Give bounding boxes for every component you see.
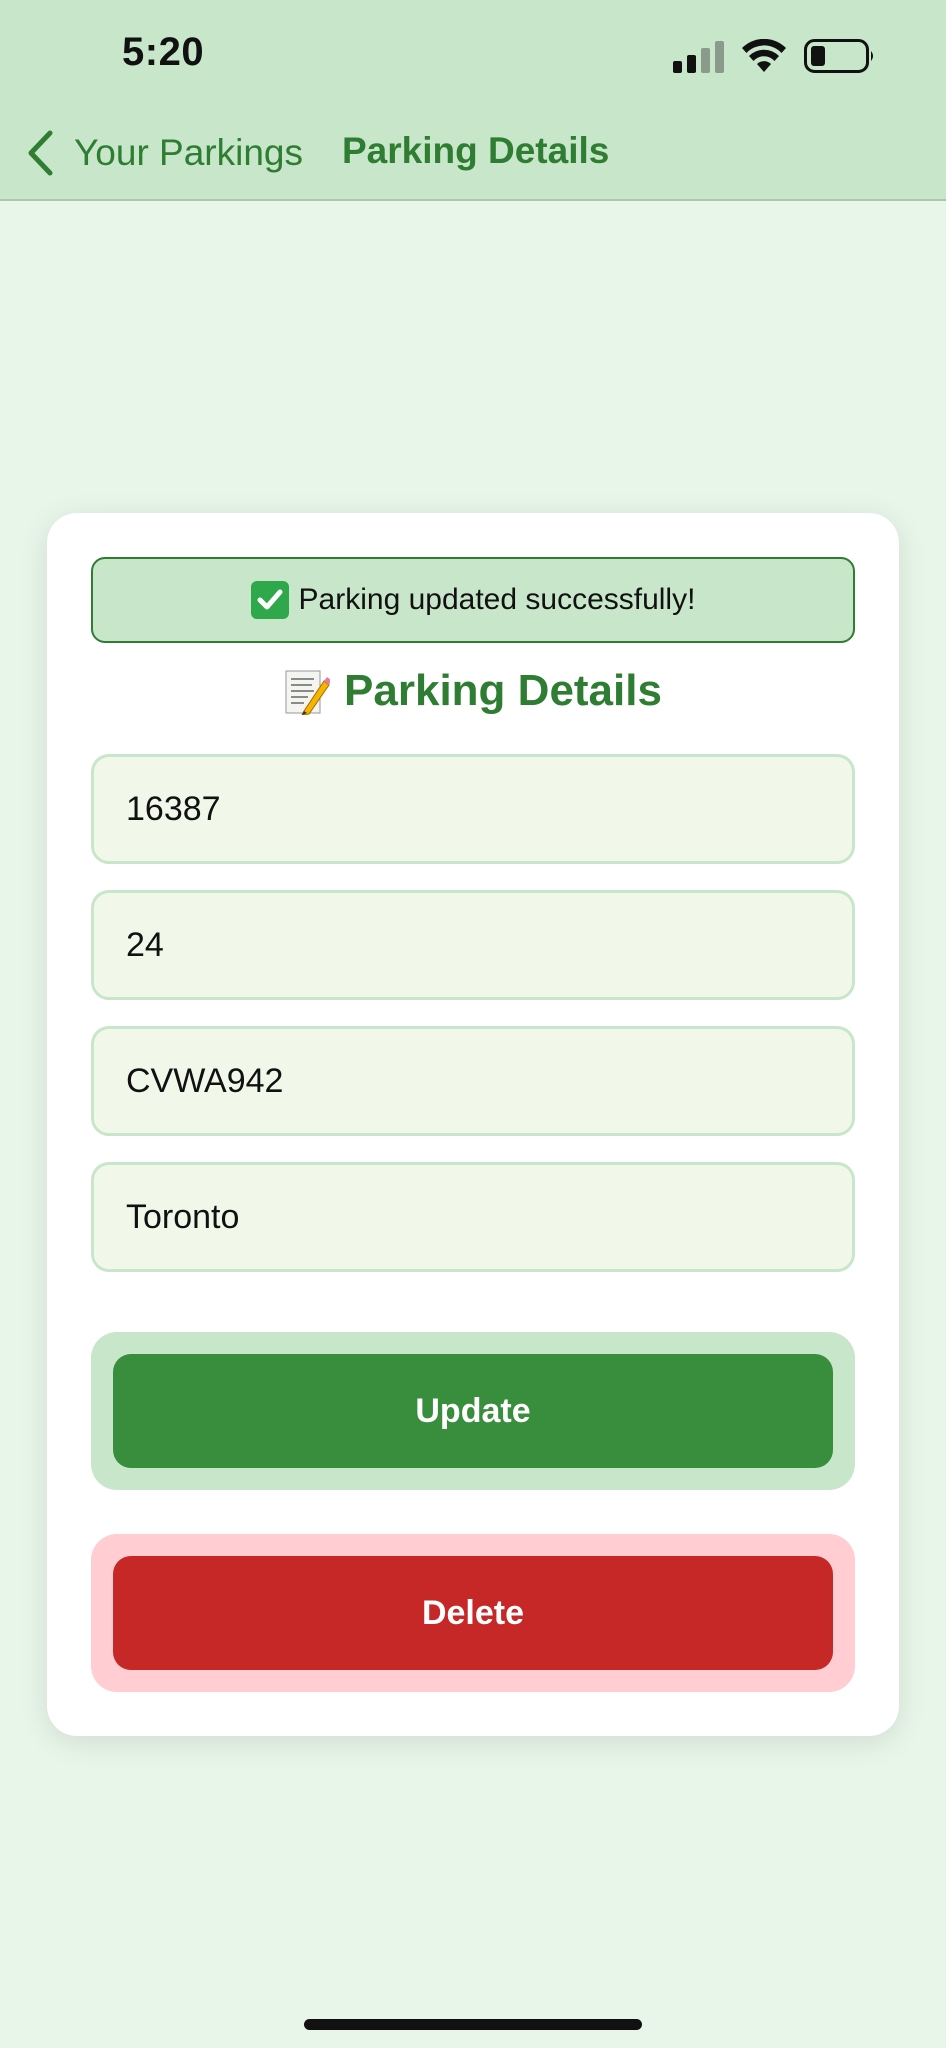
update-button[interactable]: Update <box>113 1354 833 1468</box>
delete-button-container: Delete <box>91 1534 855 1692</box>
app-header: 5:20 Your Parkings Parking Details <box>0 0 946 201</box>
page-title: Parking Details <box>342 130 610 171</box>
back-button-label: Your Parkings <box>74 132 303 173</box>
success-toast: Parking updated successfully! <box>91 557 855 643</box>
check-mark-icon <box>250 581 289 619</box>
delete-button[interactable]: Delete <box>113 1556 833 1670</box>
back-button[interactable]: Your Parkings <box>26 126 303 180</box>
memo-icon <box>284 667 332 716</box>
parking-details-card: Parking updated successfully! Parking De… <box>47 513 899 1736</box>
home-indicator[interactable] <box>304 2019 642 2030</box>
status-time: 5:20 <box>122 30 205 74</box>
hours-input[interactable] <box>91 890 855 1000</box>
card-title: Parking Details <box>47 661 899 721</box>
wifi-icon <box>742 39 786 72</box>
cellular-signal-icon <box>673 39 724 73</box>
status-icons <box>673 36 876 76</box>
city-input[interactable] <box>91 1162 855 1272</box>
battery-icon <box>804 39 873 73</box>
card-title-text: Parking Details <box>344 666 662 715</box>
building-code-input[interactable] <box>91 754 855 864</box>
license-plate-input[interactable] <box>91 1026 855 1136</box>
chevron-left-icon <box>28 130 53 176</box>
update-button-container: Update <box>91 1332 855 1490</box>
toast-message: Parking updated successfully! <box>298 583 696 616</box>
